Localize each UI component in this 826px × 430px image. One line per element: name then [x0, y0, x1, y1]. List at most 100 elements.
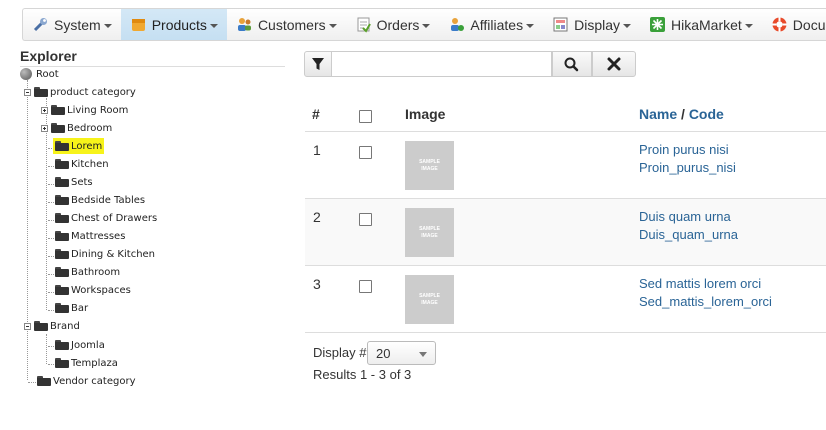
folder-icon — [55, 195, 69, 205]
collapse-icon[interactable] — [24, 88, 31, 96]
tree-node-category[interactable]: Bedroom — [41, 120, 112, 136]
product-name-link[interactable]: Proin purus nisi — [639, 142, 729, 157]
product-name-link[interactable]: Sed mattis lorem orci — [639, 276, 761, 291]
menu-affiliates-label: Affiliates — [470, 16, 524, 33]
tree-node-category[interactable]: Bar — [55, 300, 88, 316]
menu-system-label: System — [54, 16, 101, 33]
tree-node-label: Vendor category — [53, 375, 136, 387]
row-number: 3 — [313, 276, 321, 292]
tree-node-brand-item[interactable]: Templaza — [55, 355, 118, 371]
tree-node-category[interactable]: Chest of Drawers — [55, 210, 157, 226]
tree-node-category[interactable]: Bedside Tables — [55, 192, 145, 208]
search-button[interactable] — [552, 51, 592, 77]
product-table: # Image Name / Code 1 SAMPLE IMAGE Proin … — [305, 96, 826, 333]
explorer-title: Explorer — [20, 48, 285, 67]
users-icon — [236, 16, 253, 33]
row-number: 1 — [313, 142, 321, 158]
menu-products[interactable]: Products — [120, 9, 227, 40]
tree-node-category-selected[interactable]: Lorem — [53, 138, 105, 154]
tree-node-product-category[interactable]: product category — [24, 84, 136, 100]
menu-documentation[interactable]: Docu — [762, 9, 826, 40]
tree-guide-line — [46, 334, 47, 364]
select-all-checkbox[interactable] — [359, 110, 372, 123]
folder-icon — [55, 231, 69, 241]
tree-node-category[interactable]: Dining & Kitchen — [55, 246, 155, 262]
menu-customers-label: Customers — [257, 16, 326, 33]
tree-node-label: Mattresses — [71, 230, 126, 242]
tree-node-vendor-category[interactable]: Vendor category — [37, 373, 136, 389]
sort-by-name-link[interactable]: Name — [639, 106, 677, 122]
close-icon — [607, 57, 621, 71]
expand-icon[interactable] — [41, 106, 48, 114]
row-checkbox[interactable] — [359, 280, 372, 293]
chevron-down-icon — [419, 352, 427, 357]
folder-icon — [34, 87, 48, 97]
clear-search-button[interactable] — [592, 51, 636, 77]
menu-display[interactable]: Display — [543, 9, 640, 40]
column-header-name-code[interactable]: Name / Code — [639, 106, 724, 122]
tree-node-brand-item[interactable]: Joomla — [55, 337, 105, 353]
table-row: 3 SAMPLE IMAGE Sed mattis lorem orci Sed_… — [305, 266, 826, 333]
tree-node-label: Brand — [50, 320, 80, 332]
row-checkbox[interactable] — [359, 213, 372, 226]
menu-orders-label: Orders — [376, 16, 420, 33]
product-code-link[interactable]: Duis_quam_urna — [639, 227, 738, 242]
tree-node-category[interactable]: Sets — [55, 174, 93, 190]
menu-display-label: Display — [574, 16, 620, 33]
wrench-icon — [32, 16, 49, 33]
chevron-down-icon — [422, 23, 431, 28]
collapse-icon[interactable] — [24, 322, 31, 330]
product-code-link[interactable]: Proin_purus_nisi — [639, 160, 736, 175]
tree-node-category[interactable]: Kitchen — [55, 156, 109, 172]
expand-icon[interactable] — [41, 124, 48, 132]
affiliates-icon — [448, 16, 465, 33]
menu-hikamarket[interactable]: HikaMarket — [640, 9, 762, 40]
tree-node-label: Kitchen — [71, 158, 109, 170]
tree-node-category[interactable]: Mattresses — [55, 228, 125, 244]
tree-node-label: Bathroom — [71, 266, 121, 278]
product-thumbnail[interactable]: SAMPLE IMAGE — [405, 275, 454, 324]
folder-icon — [55, 285, 69, 295]
tree-node-label: Chest of Drawers — [71, 212, 158, 224]
tree-node-label: Lorem — [71, 140, 103, 152]
row-number: 2 — [313, 209, 321, 225]
menu-system[interactable]: System — [23, 9, 121, 40]
folder-icon — [55, 267, 69, 277]
chevron-down-icon — [103, 23, 112, 28]
folder-icon — [55, 249, 69, 259]
tree-node-category[interactable]: Bathroom — [55, 264, 120, 280]
display-count-value: 20 — [376, 346, 391, 361]
tree-node-label: Workspaces — [71, 284, 131, 296]
folder-icon — [55, 358, 69, 368]
tree-node-label: Root — [36, 68, 59, 80]
menu-hikamarket-label: HikaMarket — [671, 16, 742, 33]
sort-by-code-link[interactable]: Code — [689, 106, 724, 122]
tree-node-category[interactable]: Living Room — [41, 102, 128, 118]
product-name-link[interactable]: Duis quam urna — [639, 209, 731, 224]
display-count-select[interactable]: 20 — [367, 341, 436, 365]
product-code-link[interactable]: Sed_mattis_lorem_orci — [639, 294, 772, 309]
product-thumbnail[interactable]: SAMPLE IMAGE — [405, 141, 454, 190]
tree-node-label: Bedroom — [67, 122, 113, 134]
menu-orders[interactable]: Orders — [346, 9, 440, 40]
tree-node-root[interactable]: Root — [20, 66, 59, 82]
search-icon — [564, 57, 579, 72]
row-checkbox[interactable] — [359, 146, 372, 159]
column-header-image: Image — [405, 106, 446, 122]
tree-node-label: Living Room — [67, 104, 129, 116]
folder-icon — [51, 105, 65, 115]
product-thumbnail[interactable]: SAMPLE IMAGE — [405, 208, 454, 257]
display-count-label: Display # — [313, 345, 367, 360]
tree-node-brand[interactable]: Brand — [24, 318, 80, 334]
tree-node-label: Dining & Kitchen — [71, 248, 156, 260]
search-input[interactable] — [332, 51, 552, 77]
tree-node-label: product category — [50, 86, 136, 98]
tree-node-label: Templaza — [71, 357, 118, 369]
menu-affiliates[interactable]: Affiliates — [439, 9, 543, 40]
menu-customers[interactable]: Customers — [227, 9, 346, 40]
table-row: 1 SAMPLE IMAGE Proin purus nisi Proin_pur… — [305, 132, 826, 199]
help-lifebuoy-icon — [771, 16, 788, 33]
tree-node-label: Bar — [71, 302, 89, 314]
filter-button[interactable] — [304, 51, 332, 77]
tree-node-category[interactable]: Workspaces — [55, 282, 131, 298]
